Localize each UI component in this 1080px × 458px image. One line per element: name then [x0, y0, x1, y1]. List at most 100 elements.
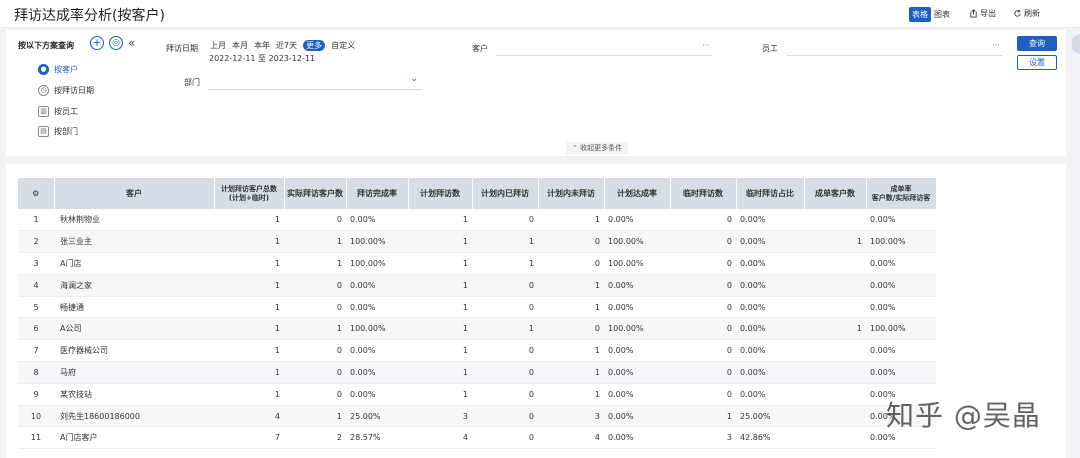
table-cell: 某农技站: [54, 383, 214, 406]
table-row[interactable]: 7 医疗器械公司 1 0 0.00% 1 0 1 0.00% 0 0.00% 0.00%: [18, 339, 1018, 363]
table-row[interactable]: 2 张三业主 1 1 100.00% 1 1 0 100.00% 0 0.00% 1 100.00%: [18, 230, 1018, 254]
table-cell: 0.00%: [866, 361, 936, 384]
column-header[interactable]: 临时拜访占比: [736, 178, 805, 209]
date-option-this-year[interactable]: 本年: [254, 40, 270, 51]
table-view-tab[interactable]: 表格: [909, 7, 931, 22]
table-cell: 1: [214, 361, 284, 384]
collapse-sidebar-icon[interactable]: «: [128, 36, 135, 50]
row-index: 4: [18, 274, 54, 297]
table-cell: [804, 339, 866, 363]
table-cell: 0: [670, 296, 736, 319]
refresh-button[interactable]: 刷新: [1013, 8, 1040, 19]
column-header[interactable]: 计划内未拜访: [538, 178, 605, 209]
export-button[interactable]: 导出: [969, 8, 996, 19]
table-cell: 1: [804, 317, 866, 341]
table-cell: 张三业主: [54, 230, 214, 254]
table-cell: 1: [214, 383, 284, 406]
date-option-custom[interactable]: 自定义: [331, 40, 355, 51]
chart-view-tab[interactable]: 图表: [931, 7, 953, 22]
row-spacer: [936, 252, 1018, 275]
table-cell: 1: [538, 296, 604, 319]
row-index: 11: [18, 426, 54, 450]
column-header[interactable]: 计划达成率: [604, 178, 671, 209]
table-cell: 3: [408, 405, 472, 428]
customer-field[interactable]: ···: [496, 41, 712, 56]
table-row[interactable]: 1 秋林荆物业 1 0 0.00% 1 0 1 0.00% 0 0.00% 0.00%: [18, 209, 1018, 232]
table-row[interactable]: 10 刘先生18600186000 4 1 25.00% 3 0 3 0.00% 1 25.00% 0…: [18, 405, 1018, 428]
employee-label: 员工: [762, 44, 778, 53]
employee-field[interactable]: ···: [786, 41, 1002, 56]
customer-more-icon[interactable]: ···: [702, 41, 710, 50]
table-row[interactable]: 9 某农技站 1 0 0.00% 1 0 1 0.00% 0 0.00% 0.00%: [18, 383, 1018, 406]
refresh-icon: [1014, 9, 1021, 17]
table-cell: 0: [472, 209, 538, 232]
row-index: 6: [18, 317, 54, 341]
scheme-item-label: 按员工: [54, 107, 78, 116]
department-label: 部门: [184, 78, 200, 87]
column-header[interactable]: 计划拜访客户总数 (计划+临时): [214, 178, 285, 209]
table-cell: 0.00%: [346, 296, 408, 319]
side-panel-handle[interactable]: [1072, 34, 1080, 54]
table-row[interactable]: 11 A门店客户 7 2 28.57% 4 0 4 0.00% 3 42.86% 0.00%: [18, 426, 1018, 450]
table-cell: 0.00%: [736, 317, 804, 341]
scheme-settings-button[interactable]: ◎: [109, 36, 123, 50]
date-option-more[interactable]: 更多: [303, 40, 326, 51]
table-row[interactable]: 4 海澜之家 1 0 0.00% 1 0 1 0.00% 0 0.00% 0.00%: [18, 274, 1018, 297]
query-button[interactable]: 查询: [1017, 36, 1057, 51]
clock-icon: ◷: [38, 85, 49, 96]
table-cell: 1: [538, 339, 604, 363]
table-cell: 0: [670, 383, 736, 406]
date-option-last-month[interactable]: 上月: [210, 40, 226, 51]
column-header[interactable]: 实际拜访客户数: [284, 178, 347, 209]
row-spacer: [936, 361, 1018, 384]
settings-button[interactable]: 设置: [1017, 55, 1057, 70]
column-header[interactable]: 成单客户数: [804, 178, 867, 209]
column-settings-icon[interactable]: ⚙: [18, 178, 55, 209]
date-option-this-month[interactable]: 本月: [232, 40, 248, 51]
date-option-last-7-days[interactable]: 近7天: [276, 40, 297, 51]
table-cell: 1: [214, 339, 284, 363]
table-cell: 0.00%: [736, 252, 804, 275]
scheme-item-label: 按拜访日期: [54, 86, 94, 95]
department-select[interactable]: ⌄: [208, 74, 422, 90]
table-cell: 1: [408, 317, 472, 341]
row-index: 7: [18, 339, 54, 363]
table-cell: 1: [408, 252, 472, 275]
table-cell: 0: [472, 339, 538, 363]
table-cell: 1: [284, 252, 346, 275]
scheme-item-visit-date[interactable]: ◷ 按拜访日期: [38, 85, 94, 96]
table-cell: 0.00%: [604, 405, 670, 428]
table-cell: 0.00%: [736, 274, 804, 297]
table-cell: 1: [284, 405, 346, 428]
table-row[interactable]: 5 畅捷通 1 0 0.00% 1 0 1 0.00% 0 0.00% 0.00%: [18, 296, 1018, 319]
table-cell: 3: [670, 426, 736, 450]
scheme-item-employee[interactable]: ▥ 按员工: [38, 106, 78, 117]
column-header[interactable]: 客户: [54, 178, 215, 209]
column-header[interactable]: 计划拜访数: [408, 178, 473, 209]
table-cell: 0.00%: [736, 383, 804, 406]
chevron-up-icon: ⌃: [572, 144, 578, 152]
table-cell: A门店客户: [54, 426, 214, 450]
table-cell: 0.00%: [604, 274, 670, 297]
employee-more-icon[interactable]: ···: [992, 41, 1000, 50]
table-cell: 1: [538, 361, 604, 384]
table-cell: 医疗器械公司: [54, 339, 214, 363]
table-cell: 0.00%: [346, 209, 408, 232]
table-cell: 0.00%: [604, 339, 670, 363]
add-scheme-button[interactable]: +: [90, 36, 104, 50]
collapse-more-button[interactable]: ⌃ 收起更多条件: [566, 142, 629, 154]
table-cell: 0.00%: [866, 252, 936, 275]
table-cell: 100.00%: [866, 230, 936, 254]
table-row[interactable]: 8 马府 1 0 0.00% 1 0 1 0.00% 0 0.00% 0.00%: [18, 361, 1018, 384]
table-cell: 0: [284, 383, 346, 406]
column-header[interactable]: 拜访完成率: [346, 178, 409, 209]
scheme-item-department[interactable]: ▤ 按部门: [38, 126, 78, 137]
table-row[interactable]: 3 A门店 1 1 100.00% 1 1 0 100.00% 0 0.00% 0.00%: [18, 252, 1018, 275]
table-row[interactable]: 6 A公司 1 1 100.00% 1 1 0 100.00% 0 0.00% 1 100.00%: [18, 317, 1018, 341]
scheme-item-customer[interactable]: ● 按客户: [38, 64, 78, 75]
table-cell: 0.00%: [866, 339, 936, 363]
column-header[interactable]: 计划内已拜访: [472, 178, 539, 209]
table-cell: 1: [538, 383, 604, 406]
column-header[interactable]: 成单率 客户数/实际拜访客: [866, 178, 937, 209]
column-header[interactable]: 临时拜访数: [670, 178, 737, 209]
